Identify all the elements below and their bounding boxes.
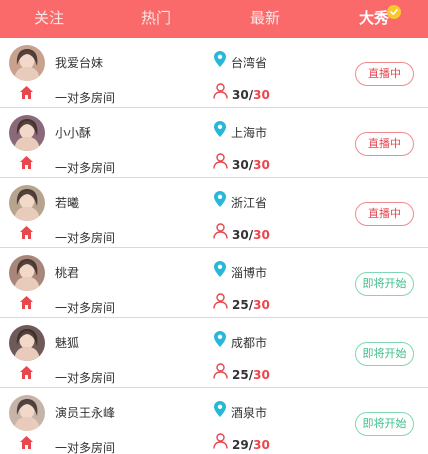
status-button[interactable]: 直播中 [355,202,414,226]
viewer-current: 30 [232,158,249,172]
location-pin-icon [214,121,226,137]
status-button[interactable]: 直播中 [355,62,414,86]
person-icon [213,433,228,449]
room-type: 一对多房间 [55,371,116,385]
host-name: 我爱台妹 [55,56,104,70]
host-name: 若曦 [55,196,80,210]
person-icon [213,83,228,99]
location-pin-icon [214,261,226,277]
viewer-max: 30 [253,368,270,382]
viewer-count: 30/30 [232,158,270,172]
status-button[interactable]: 即将开始 [355,412,414,436]
location-text: 台湾省 [231,56,268,70]
viewer-count: 25/30 [232,298,270,312]
list-item[interactable]: 我爱台妹 一对多房间 台湾省 30/30 直播中 [0,38,428,108]
room-type: 一对多房间 [55,301,116,315]
avatar[interactable] [9,185,45,221]
verified-badge-icon [387,5,401,19]
viewer-count: 29/30 [232,438,270,452]
viewer-count: 30/30 [232,228,270,242]
home-icon [19,295,34,310]
list-item[interactable]: 若曦 一对多房间 浙江省 30/30 直播中 [0,178,428,248]
avatar[interactable] [9,395,45,431]
room-type: 一对多房间 [55,161,116,175]
home-icon [19,435,34,450]
list-item[interactable]: 小小酥 一对多房间 上海市 30/30 直播中 [0,108,428,178]
host-name: 魅狐 [55,336,80,350]
viewer-current: 25 [232,298,249,312]
location-pin-icon [214,401,226,417]
room-type: 一对多房间 [55,231,116,245]
tab-latest[interactable]: 最新 [250,0,280,38]
location-text: 成都市 [231,336,268,350]
viewer-max: 30 [253,88,270,102]
status-button[interactable]: 直播中 [355,132,414,156]
room-type: 一对多房间 [55,441,116,454]
location-text: 酒泉市 [231,406,268,420]
room-list: 我爱台妹 一对多房间 台湾省 30/30 直播中 小小酥 一对多房间 上海市 3… [0,38,428,454]
location-text: 淄博市 [231,266,268,280]
viewer-max: 30 [253,158,270,172]
home-icon [19,225,34,240]
person-icon [213,153,228,169]
viewer-current: 29 [232,438,249,452]
home-icon [19,365,34,380]
location-pin-icon [214,51,226,67]
viewer-max: 30 [253,438,270,452]
list-item[interactable]: 演员王永峰 一对多房间 酒泉市 29/30 即将开始 [0,388,428,454]
viewer-current: 25 [232,368,249,382]
room-type: 一对多房间 [55,91,116,105]
avatar[interactable] [9,255,45,291]
avatar[interactable] [9,325,45,361]
location-text: 上海市 [231,126,268,140]
location-pin-icon [214,191,226,207]
tab-big-show[interactable]: 大秀 [359,0,389,38]
host-name: 小小酥 [55,126,92,140]
viewer-count: 25/30 [232,368,270,382]
viewer-current: 30 [232,228,249,242]
top-tab-bar: 关注 热门 最新 大秀 [0,0,428,38]
status-button[interactable]: 即将开始 [355,342,414,366]
viewer-max: 30 [253,298,270,312]
status-button[interactable]: 即将开始 [355,272,414,296]
tab-follow[interactable]: 关注 [34,0,64,38]
person-icon [213,363,228,379]
host-name: 桃君 [55,266,80,280]
home-icon [19,155,34,170]
location-pin-icon [214,331,226,347]
host-name: 演员王永峰 [55,406,116,420]
home-icon [19,85,34,100]
list-item[interactable]: 魅狐 一对多房间 成都市 25/30 即将开始 [0,318,428,388]
person-icon [213,223,228,239]
list-item[interactable]: 桃君 一对多房间 淄博市 25/30 即将开始 [0,248,428,318]
person-icon [213,293,228,309]
location-text: 浙江省 [231,196,268,210]
viewer-count: 30/30 [232,88,270,102]
viewer-max: 30 [253,228,270,242]
tab-popular[interactable]: 热门 [141,0,171,38]
viewer-current: 30 [232,88,249,102]
avatar[interactable] [9,115,45,151]
avatar[interactable] [9,45,45,81]
